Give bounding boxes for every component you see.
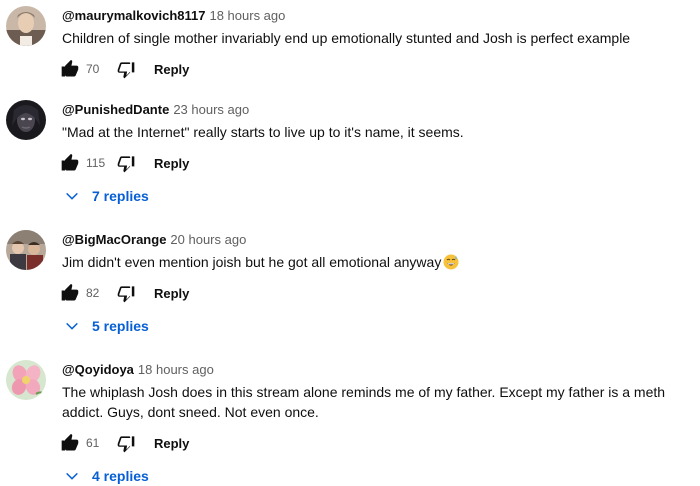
reply-button[interactable]: Reply <box>154 156 189 171</box>
comment-header: @maurymalkovich8117 18 hours ago <box>62 8 285 24</box>
comment-actions: 61 Reply <box>58 431 189 455</box>
like-count: 115 <box>86 156 106 170</box>
comment-actions: 82 Reply <box>58 281 189 305</box>
like-button[interactable] <box>58 281 82 305</box>
like-count: 82 <box>86 286 100 300</box>
timestamp[interactable]: 18 hours ago <box>209 8 285 23</box>
author-name[interactable]: @maurymalkovich8117 <box>62 8 205 23</box>
thumbs-up-icon <box>61 59 79 77</box>
comment-header: @PunishedDante 23 hours ago <box>62 102 249 118</box>
thumbs-up-icon <box>61 283 79 301</box>
timestamp[interactable]: 23 hours ago <box>173 102 249 117</box>
comment-text-content: Jim didn't even mention joish but he got… <box>62 254 442 270</box>
like-button[interactable] <box>58 151 82 175</box>
author-name[interactable]: @PunishedDante <box>62 102 169 117</box>
author-name[interactable]: @Qoyidoya <box>62 362 134 377</box>
avatar[interactable] <box>6 360 46 400</box>
like-button[interactable] <box>58 57 82 81</box>
replies-count-label: 5 replies <box>92 318 149 334</box>
grinning-sweat-emoji-icon <box>443 254 459 270</box>
thumbs-up-icon <box>61 153 79 171</box>
reply-button[interactable]: Reply <box>154 436 189 451</box>
comment-header: @Qoyidoya 18 hours ago <box>62 362 214 378</box>
thumbs-down-icon <box>117 62 135 79</box>
thumbs-down-icon <box>117 156 135 173</box>
avatar[interactable] <box>6 100 46 140</box>
like-button[interactable] <box>58 431 82 455</box>
reply-button[interactable]: Reply <box>154 62 189 77</box>
comment-text: Children of single mother invariably end… <box>62 30 631 46</box>
comment-text: Jim didn't even mention joish but he got… <box>62 252 682 272</box>
view-replies-button[interactable]: 4 replies <box>64 466 149 486</box>
dislike-button[interactable] <box>114 431 138 455</box>
avatar[interactable] <box>6 230 46 270</box>
avatar[interactable] <box>6 6 46 46</box>
dislike-button[interactable] <box>114 57 138 81</box>
chevron-down-icon <box>66 192 78 200</box>
comment-actions: 115 Reply <box>58 151 189 175</box>
chevron-down-icon <box>66 472 78 480</box>
timestamp[interactable]: 20 hours ago <box>170 232 246 247</box>
dislike-button[interactable] <box>114 281 138 305</box>
like-count: 70 <box>86 62 100 76</box>
like-count: 61 <box>86 436 100 450</box>
comment-text: "Mad at the Internet" really starts to l… <box>62 124 464 140</box>
view-replies-button[interactable]: 5 replies <box>64 316 149 336</box>
thumbs-down-icon <box>117 436 135 453</box>
thumbs-up-icon <box>61 433 79 451</box>
comment-text: The whiplash Josh does in this stream al… <box>62 384 666 420</box>
reply-button[interactable]: Reply <box>154 286 189 301</box>
author-name[interactable]: @BigMacOrange <box>62 232 166 247</box>
dislike-button[interactable] <box>114 151 138 175</box>
replies-count-label: 7 replies <box>92 188 149 204</box>
view-replies-button[interactable]: 7 replies <box>64 186 149 206</box>
timestamp[interactable]: 18 hours ago <box>138 362 214 377</box>
comment-header: @BigMacOrange 20 hours ago <box>62 232 246 248</box>
replies-count-label: 4 replies <box>92 468 149 484</box>
comment-actions: 70 Reply <box>58 57 189 81</box>
thumbs-down-icon <box>117 286 135 303</box>
chevron-down-icon <box>66 322 78 330</box>
